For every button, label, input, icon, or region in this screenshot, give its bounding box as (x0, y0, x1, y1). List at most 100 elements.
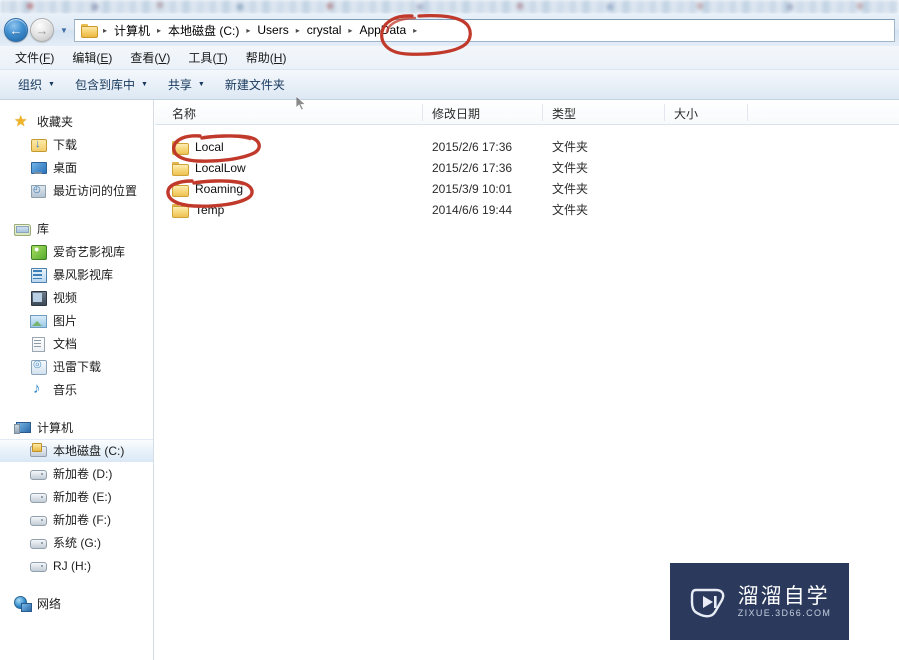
picture-icon (30, 313, 47, 329)
column-header-size[interactable]: 大小 (674, 105, 698, 122)
file-name-cell[interactable]: Roaming (172, 182, 243, 197)
table-row[interactable]: LocalLow 2015/2/6 17:36 文件夹 (155, 157, 899, 178)
watermark-cn-label: 溜溜自学 (737, 583, 830, 608)
sidebar-label-pictures: 图片 (53, 314, 78, 328)
column-header-type[interactable]: 类型 (552, 105, 576, 122)
sidebar-item-drive-c[interactable]: 本地磁盘 (C:) (0, 439, 153, 462)
sidebar-label-documents: 文档 (53, 337, 78, 351)
sidebar-item-baofeng[interactable]: 暴风影视库 (0, 263, 153, 286)
forward-button[interactable]: → (30, 18, 54, 42)
watermark-text: 溜溜自学 ZIXUE.3D66.COM (737, 583, 832, 618)
breadcrumb-appdata[interactable]: AppData (355, 21, 410, 39)
column-divider[interactable] (747, 104, 748, 121)
back-button[interactable]: ← (4, 18, 28, 42)
menu-view[interactable]: 查看(V) (121, 47, 179, 68)
address-bar[interactable]: ▸ 计算机 ▸ 本地磁盘 (C:) ▸ Users ▸ crystal ▸ Ap… (74, 18, 895, 42)
sidebar-label-music: 音乐 (53, 383, 78, 397)
hard-disk-icon (30, 535, 47, 551)
sidebar-label-favorites: 收藏夹 (37, 115, 74, 129)
music-icon (30, 380, 47, 398)
sidebar-group-computer: 计算机 本地磁盘 (C:) 新加卷 (D:) 新加卷 (E:) 新加卷 (F:)… (0, 416, 153, 577)
sidebar-item-videos[interactable]: 视频 (0, 286, 153, 309)
sidebar-item-drive-e[interactable]: 新加卷 (E:) (0, 485, 153, 508)
file-name-cell[interactable]: Local (172, 139, 224, 155)
share-button[interactable]: 共享 ▼ (158, 73, 215, 96)
table-row[interactable]: Roaming 2015/3/9 10:01 文件夹 (155, 178, 899, 199)
include-in-library-label: 包含到库中 (74, 78, 135, 92)
breadcrumb-computer[interactable]: 计算机 (110, 20, 154, 41)
column-divider[interactable] (542, 104, 543, 121)
sidebar-label-downloads: 下载 (53, 138, 78, 152)
sidebar-item-favorites[interactable]: 收藏夹 (0, 110, 153, 133)
network-icon (14, 595, 32, 612)
menu-tools[interactable]: 工具(T) (179, 47, 236, 68)
menu-edit-mnemonic: E (100, 51, 109, 65)
sidebar-item-downloads[interactable]: 下载 (0, 133, 153, 156)
column-divider[interactable] (664, 104, 665, 121)
sidebar-label-drive-c: 本地磁盘 (C:) (53, 444, 125, 458)
sidebar-label-xunlei: 迅雷下载 (53, 360, 102, 374)
file-date-cell: 2015/2/6 17:36 (432, 139, 513, 154)
menu-view-mnemonic: V (158, 51, 167, 65)
recent-locations-dropdown[interactable]: ▼ (57, 18, 71, 42)
sidebar-item-drive-h[interactable]: RJ (H:) (0, 554, 153, 577)
sidebar-item-libraries[interactable]: 库 (0, 217, 153, 240)
sidebar-group-network: 网络 (0, 592, 153, 615)
desktop-icon (30, 160, 47, 176)
breadcrumb-separator: ▸ (348, 25, 353, 35)
sidebar-item-pictures[interactable]: 图片 (0, 309, 153, 332)
explorer-window: ← → ▼ ▸ 计算机 ▸ 本地磁盘 (C:) ▸ Users ▸ crysta… (0, 0, 899, 660)
sidebar-label-drive-h: RJ (H:) (53, 558, 91, 573)
file-name-label: Local (195, 139, 224, 154)
hard-disk-icon (30, 558, 47, 574)
sidebar-item-music[interactable]: 音乐 (0, 378, 153, 401)
sidebar-item-network[interactable]: 网络 (0, 592, 153, 615)
menu-file-mnemonic: F (43, 51, 51, 65)
sidebar-item-xunlei[interactable]: 迅雷下载 (0, 355, 153, 378)
hard-disk-icon (30, 512, 47, 528)
menu-edit[interactable]: 编辑(E) (63, 47, 121, 68)
sidebar-item-computer[interactable]: 计算机 (0, 416, 153, 439)
sidebar-item-drive-g[interactable]: 系统 (G:) (0, 531, 153, 554)
sidebar-group-favorites: 收藏夹 下载 桌面 最近访问的位置 (0, 110, 153, 202)
file-name-label: Temp (195, 202, 225, 217)
share-label: 共享 (167, 78, 192, 92)
table-row[interactable]: Temp 2014/6/6 19:44 文件夹 (155, 199, 899, 220)
column-divider[interactable] (422, 104, 423, 121)
sidebar-label-network: 网络 (37, 597, 62, 611)
organize-button[interactable]: 组织 ▼ (8, 73, 65, 96)
column-header-date-modified[interactable]: 修改日期 (432, 105, 480, 122)
breadcrumb-local-disk[interactable]: 本地磁盘 (C:) (164, 20, 243, 41)
chevron-down-icon: ▼ (140, 81, 148, 88)
new-folder-button[interactable]: 新建文件夹 (215, 73, 295, 96)
include-in-library-button[interactable]: 包含到库中 ▼ (65, 73, 158, 96)
folder-icon (81, 23, 98, 38)
file-name-cell[interactable]: Temp (172, 202, 225, 218)
menu-bar: 文件(F) 编辑(E) 查看(V) 工具(T) 帮助(H) (0, 46, 899, 70)
breadcrumb-separator[interactable]: ▸ (410, 26, 420, 35)
file-name-cell[interactable]: LocalLow (172, 161, 246, 176)
menu-help-label: 帮助 (245, 51, 270, 65)
table-row[interactable]: Local 2015/2/6 17:36 文件夹 (155, 136, 899, 157)
video-icon (30, 290, 47, 306)
folder-icon (172, 140, 189, 155)
sidebar-label-recent-places: 最近访问的位置 (53, 184, 138, 198)
sidebar-item-recent-places[interactable]: 最近访问的位置 (0, 179, 153, 202)
sidebar-group-libraries: 库 爱奇艺影视库 暴风影视库 视频 图片 文档 (0, 217, 153, 401)
column-header-name[interactable]: 名称 (172, 105, 196, 122)
sidebar-item-drive-d[interactable]: 新加卷 (D:) (0, 462, 153, 485)
xunlei-icon (30, 359, 47, 375)
menu-file[interactable]: 文件(F) (6, 47, 63, 68)
sidebar-item-drive-f[interactable]: 新加卷 (F:) (0, 508, 153, 531)
sidebar-item-iqiyi[interactable]: 爱奇艺影视库 (0, 240, 153, 263)
sidebar-item-documents[interactable]: 文档 (0, 332, 153, 355)
baofeng-icon (30, 267, 47, 283)
file-type-cell: 文件夹 (552, 161, 589, 175)
sidebar-item-desktop[interactable]: 桌面 (0, 156, 153, 179)
menu-help[interactable]: 帮助(H) (237, 47, 296, 68)
menu-help-mnemonic: H (273, 51, 283, 65)
breadcrumb-users[interactable]: Users (253, 21, 292, 39)
breadcrumb-crystal[interactable]: crystal (303, 21, 346, 39)
navigation-pane[interactable]: 收藏夹 下载 桌面 最近访问的位置 库 爱奇艺 (0, 100, 154, 660)
